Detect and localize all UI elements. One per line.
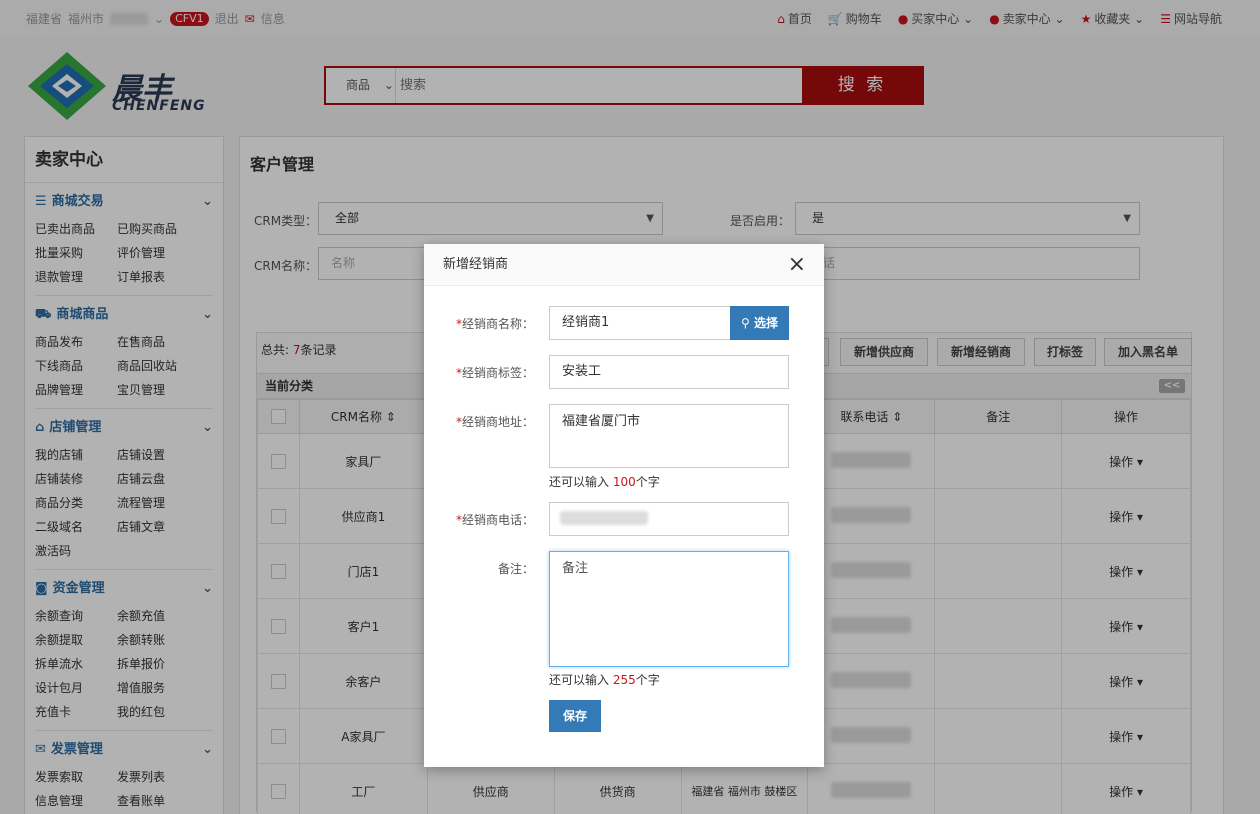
pick-dealer-button[interactable]: ⚲ 选择: [730, 306, 789, 340]
dealer-name-label: *经销商名称：: [455, 317, 534, 331]
address-char-hint: 还可以输入 100个字: [549, 475, 660, 489]
dealer-address-textarea[interactable]: 福建省厦门市: [549, 404, 789, 468]
dealer-phone-input[interactable]: [549, 502, 789, 536]
save-button[interactable]: 保存: [549, 700, 601, 732]
remark-char-hint: 还可以输入 255个字: [549, 673, 660, 687]
blurred-phone: [560, 511, 648, 525]
dealer-address-label: *经销商地址：: [455, 415, 534, 429]
remark-label: 备注：: [497, 562, 534, 576]
add-dealer-dialog: 新增经销商 × *经销商名称： 经销商1 ⚲ 选择 *经销商标签： 安装工 *经…: [424, 244, 824, 767]
dealer-name-input[interactable]: 经销商1: [549, 306, 731, 340]
dialog-title: 新增经销商: [424, 244, 824, 286]
dealer-tag-input[interactable]: 安装工: [549, 355, 789, 389]
dealer-tag-label: *经销商标签：: [455, 366, 534, 380]
search-icon: ⚲: [741, 316, 750, 330]
dealer-phone-label: *经销商电话：: [455, 513, 534, 527]
close-icon[interactable]: ×: [788, 252, 806, 278]
remark-textarea[interactable]: 备注: [549, 551, 789, 667]
